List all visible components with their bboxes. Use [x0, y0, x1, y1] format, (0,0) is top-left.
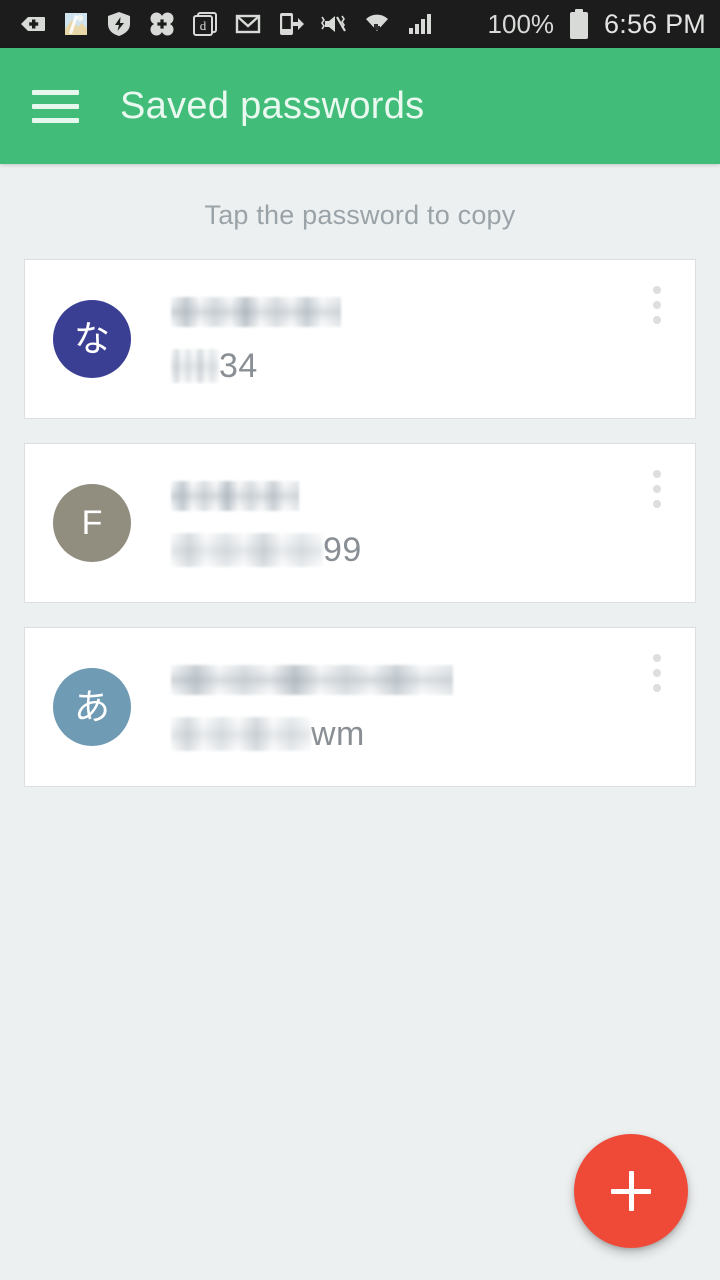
hint-text: Tap the password to copy: [204, 200, 516, 230]
entry-password-visible-tail[interactable]: wm: [311, 715, 365, 754]
page-title: Saved passwords: [120, 84, 425, 127]
dictionary-app-icon: d: [190, 9, 220, 39]
svg-text:d: d: [200, 18, 207, 33]
kebab-menu-icon[interactable]: [637, 278, 677, 332]
entry-password-row[interactable]: 99: [171, 529, 625, 571]
hamburger-bar: [32, 103, 79, 109]
hamburger-bar: [32, 89, 79, 95]
password-list: な 34 F 99 あ wm: [0, 259, 720, 787]
clover-app-icon: [147, 9, 177, 39]
plus-icon: [628, 1171, 634, 1211]
cellular-signal-icon: [405, 9, 435, 39]
status-bar-notification-icons: d: [18, 9, 488, 39]
censored-title: [171, 665, 453, 695]
gallery-app-icon: [61, 9, 91, 39]
add-password-fab[interactable]: [574, 1134, 688, 1248]
battery-percent-label: 100%: [487, 8, 555, 39]
entry-title-row: [171, 291, 625, 333]
kebab-dot: [653, 684, 661, 692]
list-item[interactable]: な 34: [24, 259, 696, 419]
censored-password[interactable]: [171, 717, 311, 751]
avatar: な: [53, 300, 131, 378]
censored-password[interactable]: [171, 349, 219, 383]
list-item[interactable]: F 99: [24, 443, 696, 603]
status-bar[interactable]: d 100% 6:56 PM: [0, 0, 720, 48]
kebab-dot: [653, 301, 661, 309]
mute-vibrate-icon: [319, 9, 349, 39]
entry-text-block: 34: [171, 291, 695, 387]
list-item[interactable]: あ wm: [24, 627, 696, 787]
status-bar-clock: 6:56 PM: [604, 8, 706, 39]
status-bar-right: 100% 6:56 PM: [488, 9, 706, 40]
avatar: あ: [53, 668, 131, 746]
kebab-dot: [653, 500, 661, 508]
kebab-dot: [653, 654, 661, 662]
kebab-menu-icon[interactable]: [637, 646, 677, 700]
app-bar: Saved passwords: [0, 48, 720, 164]
gmail-icon: [233, 9, 263, 39]
kebab-dot: [653, 470, 661, 478]
kebab-menu-icon[interactable]: [637, 462, 677, 516]
content-area: Tap the password to copy な 34 F 99 あ wm: [0, 164, 720, 1280]
entry-text-block: 99: [171, 475, 695, 571]
kebab-dot: [653, 286, 661, 294]
kebab-dot: [653, 316, 661, 324]
entry-title-row: [171, 475, 625, 517]
entry-password-row[interactable]: wm: [171, 713, 625, 755]
avatar: F: [53, 484, 131, 562]
wifi-icon: [362, 9, 392, 39]
kebab-dot: [653, 669, 661, 677]
shield-sync-icon: [104, 9, 134, 39]
avatar-letter: F: [81, 504, 103, 542]
kebab-dot: [653, 485, 661, 493]
entry-text-block: wm: [171, 659, 695, 755]
hamburger-menu-icon[interactable]: [32, 88, 80, 124]
add-shortcut-icon: [18, 9, 48, 39]
entry-password-visible-tail[interactable]: 34: [219, 347, 258, 386]
hamburger-bar: [32, 117, 79, 123]
censored-password[interactable]: [171, 533, 323, 567]
censored-title: [171, 297, 341, 327]
entry-password-row[interactable]: 34: [171, 345, 625, 387]
share-to-device-icon: [276, 9, 306, 39]
censored-title: [171, 481, 299, 511]
entry-password-visible-tail[interactable]: 99: [323, 531, 362, 570]
avatar-letter: あ: [73, 686, 110, 727]
battery-full-icon: [564, 9, 594, 39]
avatar-letter: な: [73, 318, 110, 359]
entry-title-row: [171, 659, 625, 701]
